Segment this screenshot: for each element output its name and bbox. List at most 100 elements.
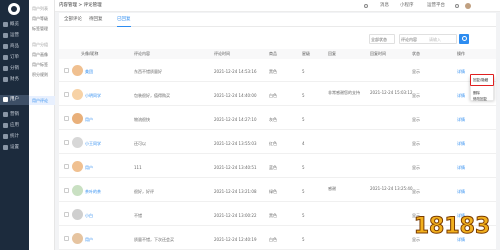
comment-time: 2021-12-24 13:40:51 bbox=[214, 165, 257, 170]
row-checkbox[interactable] bbox=[64, 188, 69, 193]
star-rating: 5 bbox=[302, 69, 305, 74]
star-rating: 5 bbox=[302, 213, 305, 218]
nickname: 茶叶的茶 bbox=[85, 189, 101, 194]
top-bar: 消息 小程序 运营平台 bbox=[55, 0, 500, 12]
subnav-item[interactable]: 用户等级 bbox=[29, 14, 55, 23]
sidebar-item-distribution[interactable]: 分销 bbox=[0, 64, 29, 74]
col-avatar-nick: 头像/昵称 bbox=[81, 51, 99, 56]
subnav-item[interactable]: 积分规则 bbox=[29, 70, 55, 79]
user-avatar[interactable] bbox=[465, 3, 471, 9]
sidebar-item-marketing[interactable]: 营销 bbox=[0, 110, 29, 120]
comment-time: 2021-12-24 13:00:22 bbox=[214, 213, 257, 218]
topbar-platform[interactable]: 运营平台 bbox=[427, 0, 445, 12]
comment-content: 物流很快 bbox=[134, 117, 150, 122]
watermark-logo: 18183 bbox=[413, 214, 491, 240]
dropdown-item-edit-reply[interactable]: 修改回复 bbox=[473, 97, 487, 102]
tab-pending[interactable]: 待回复 bbox=[89, 13, 103, 27]
user-icon bbox=[3, 97, 8, 102]
row-checkbox[interactable] bbox=[64, 140, 69, 145]
sidebar-item-products[interactable]: 商品 bbox=[0, 42, 29, 52]
home-icon bbox=[3, 22, 8, 27]
detail-link[interactable]: 详情 bbox=[457, 165, 465, 171]
detail-link[interactable]: 详情 bbox=[457, 93, 465, 99]
table-row[interactable]: 小明同学 包装很好，值得购买 2021-12-24 14:40:00 白色 5 非常感谢您… bbox=[59, 84, 496, 106]
nickname: 用户 bbox=[85, 237, 93, 242]
comment-time: 2021-12-24 12:40:19 bbox=[214, 237, 257, 242]
subnav-item[interactable]: 用户列表 bbox=[29, 4, 55, 13]
nickname: 用户 bbox=[85, 165, 93, 170]
sidebar-item-orders[interactable]: 订单 bbox=[0, 53, 29, 63]
tab-bar: 全部评论 待回复 已回复 bbox=[59, 13, 496, 27]
topbar-miniprogram[interactable]: 小程序 bbox=[400, 0, 414, 12]
status-text: 显示 bbox=[412, 141, 420, 146]
subnav-item-comments[interactable]: 用户评论 bbox=[29, 96, 55, 105]
avatar bbox=[72, 65, 83, 76]
row-checkbox[interactable] bbox=[64, 212, 69, 217]
main-sidebar: 概览 运营 商品 订单 用户 分销 财务 营销 应用 统计 设置 bbox=[0, 0, 29, 250]
star-rating: 5 bbox=[302, 165, 305, 170]
row-checkbox[interactable] bbox=[64, 92, 69, 97]
subnav-item[interactable]: 标签管理 bbox=[29, 24, 55, 33]
row-checkbox[interactable] bbox=[64, 116, 69, 121]
sidebar-item-settings[interactable]: 设置 bbox=[0, 143, 29, 153]
table-row[interactable]: 用户 111 2021-12-24 13:40:51 蓝色 5 显示 详情 bbox=[59, 156, 496, 178]
sidebar-item-operations[interactable]: 运营 bbox=[0, 31, 29, 41]
nickname: 小明同学 bbox=[85, 93, 101, 98]
topbar-messages[interactable]: 消息 bbox=[380, 0, 389, 12]
sidebar-item-apps[interactable]: 应用 bbox=[0, 121, 29, 131]
product-name: 黑色 bbox=[269, 69, 277, 74]
row-checkbox[interactable] bbox=[64, 236, 69, 241]
marketing-icon bbox=[3, 112, 8, 117]
reply-text: 感谢 bbox=[328, 186, 336, 191]
status-text: 显示 bbox=[412, 69, 420, 74]
status-text: 显示 bbox=[412, 117, 420, 122]
comment-time: 2021-12-24 14:27:10 bbox=[214, 117, 257, 122]
comment-content: 包装很好，值得购买 bbox=[134, 93, 170, 98]
row-checkbox[interactable] bbox=[64, 164, 69, 169]
row-checkbox[interactable] bbox=[64, 68, 69, 73]
nickname: 小王同学 bbox=[85, 141, 101, 146]
table-row[interactable]: 小王同学 还可以 2021-12-24 13:55:03 红色 4 显示 详情 bbox=[59, 132, 496, 154]
avatar bbox=[72, 185, 83, 196]
bell-icon[interactable] bbox=[455, 4, 459, 8]
detail-link[interactable]: 详情 bbox=[457, 117, 465, 123]
comment-time: 2021-12-24 14:53:16 bbox=[214, 69, 257, 74]
status-text: 显示 bbox=[412, 189, 420, 194]
subnav-item[interactable]: 用户分组 bbox=[29, 40, 55, 49]
tab-replied[interactable]: 已回复 bbox=[117, 13, 131, 27]
sidebar-item-users[interactable]: 用户 bbox=[0, 95, 29, 105]
subnav-item[interactable]: 用户标签 bbox=[29, 60, 55, 69]
col-time: 评论时间 bbox=[214, 51, 230, 56]
sidebar-item-overview[interactable]: 概览 bbox=[0, 20, 29, 30]
detail-link[interactable]: 详情 bbox=[457, 141, 465, 147]
table-row[interactable]: 美团 东西不错质量好 2021-12-24 14:53:16 黑色 5 显示 详情 bbox=[59, 60, 496, 82]
nickname: 小白 bbox=[85, 213, 93, 218]
tab-all[interactable]: 全部评论 bbox=[64, 13, 82, 27]
nickname: 用户 bbox=[85, 117, 93, 122]
star-rating: 4 bbox=[302, 141, 305, 146]
status-text: 显示 bbox=[412, 93, 420, 98]
gear-icon bbox=[3, 145, 8, 150]
table-row[interactable]: 茶叶的茶 很好，好评 2021-12-24 13:21:08 绿色 5 感谢 2021-12… bbox=[59, 180, 496, 202]
detail-link[interactable]: 详情 bbox=[457, 189, 465, 195]
avatar bbox=[72, 113, 83, 124]
comment-time: 2021-12-24 13:21:08 bbox=[214, 189, 257, 194]
avatar bbox=[72, 137, 83, 148]
star-rating: 5 bbox=[302, 117, 305, 122]
search-icon[interactable] bbox=[364, 4, 368, 8]
avatar bbox=[72, 89, 83, 100]
table-header: 头像/昵称 评论内容 评论时间 商品 星级 回复 回复时间 状态 操作 bbox=[59, 49, 496, 59]
search-button[interactable] bbox=[459, 34, 469, 44]
apps-icon bbox=[3, 123, 8, 128]
dropdown-item-delete[interactable]: 删除 bbox=[473, 91, 480, 96]
dropdown-item-reply-hide[interactable]: 回复/隐藏 bbox=[470, 74, 494, 86]
subnav-item[interactable]: 用户画像 bbox=[29, 50, 55, 59]
table-row[interactable]: 用户 物流很快 2021-12-24 14:27:10 灰色 5 显示 详情 bbox=[59, 108, 496, 130]
star-rating: 5 bbox=[302, 189, 305, 194]
col-content: 评论内容 bbox=[134, 51, 150, 56]
sidebar-item-stats[interactable]: 统计 bbox=[0, 132, 29, 142]
detail-link[interactable]: 详情 bbox=[457, 69, 465, 75]
product-name: 白色 bbox=[269, 93, 277, 98]
comment-content: 还可以 bbox=[134, 141, 146, 146]
sidebar-item-finance[interactable]: 财务 bbox=[0, 75, 29, 85]
